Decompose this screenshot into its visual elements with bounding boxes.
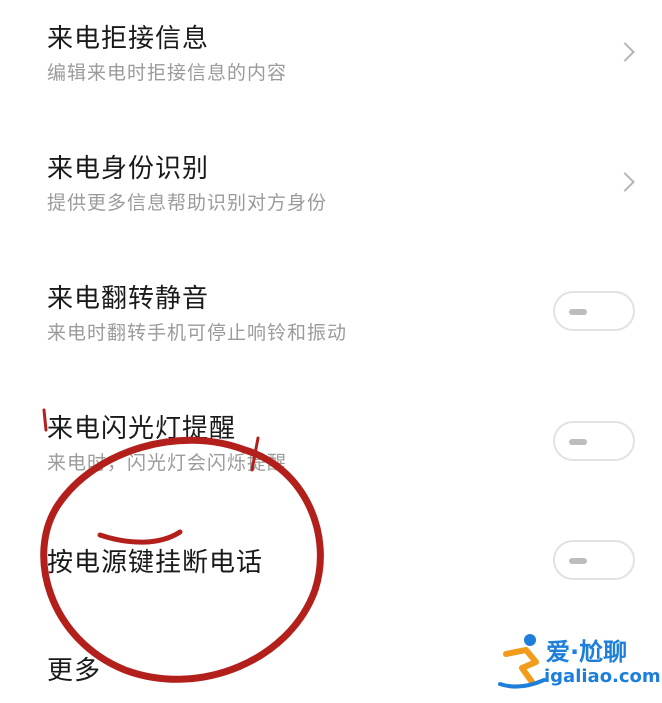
runner-logo-icon: [498, 634, 546, 689]
setting-title: 来电拒接信息: [47, 24, 210, 54]
flip-mute-toggle[interactable]: [553, 291, 635, 331]
setting-subtitle: 来电时，闪光灯会闪烁提醒: [47, 452, 288, 474]
setting-row-flash-alert: 来电闪光灯提醒 来电时，闪光灯会闪烁提醒: [0, 390, 662, 500]
setting-title: 来电身份识别: [47, 154, 210, 184]
watermark-brand: 爱·尬聊: [546, 638, 628, 666]
setting-row-flip-mute: 来电翻转静音 来电时翻转手机可停止响铃和振动: [0, 260, 662, 370]
power-key-hangup-toggle[interactable]: [553, 540, 635, 580]
setting-row-power-key-hangup: 按电源键挂断电话: [0, 520, 662, 600]
setting-row-caller-id[interactable]: 来电身份识别 提供更多信息帮助识别对方身份: [0, 130, 662, 240]
setting-subtitle: 来电时翻转手机可停止响铃和振动: [47, 322, 348, 344]
setting-title: 来电闪光灯提醒: [47, 414, 237, 444]
setting-title: 更多: [47, 656, 102, 686]
chevron-right-icon: [615, 42, 635, 62]
toggle-knob: [569, 558, 587, 564]
flash-alert-toggle[interactable]: [553, 421, 635, 461]
setting-subtitle: 提供更多信息帮助识别对方身份: [47, 192, 328, 214]
watermark-logo: 爱·尬聊 igaliao.com: [496, 632, 661, 692]
toggle-knob: [569, 309, 587, 315]
toggle-knob: [569, 439, 587, 445]
setting-title: 来电翻转静音: [47, 284, 210, 314]
setting-title: 按电源键挂断电话: [47, 548, 264, 578]
chevron-right-icon: [615, 172, 635, 192]
watermark-url: igaliao.com: [544, 666, 661, 687]
setting-row-reject-message[interactable]: 来电拒接信息 编辑来电时拒接信息的内容: [0, 0, 662, 110]
setting-subtitle: 编辑来电时拒接信息的内容: [47, 62, 288, 84]
